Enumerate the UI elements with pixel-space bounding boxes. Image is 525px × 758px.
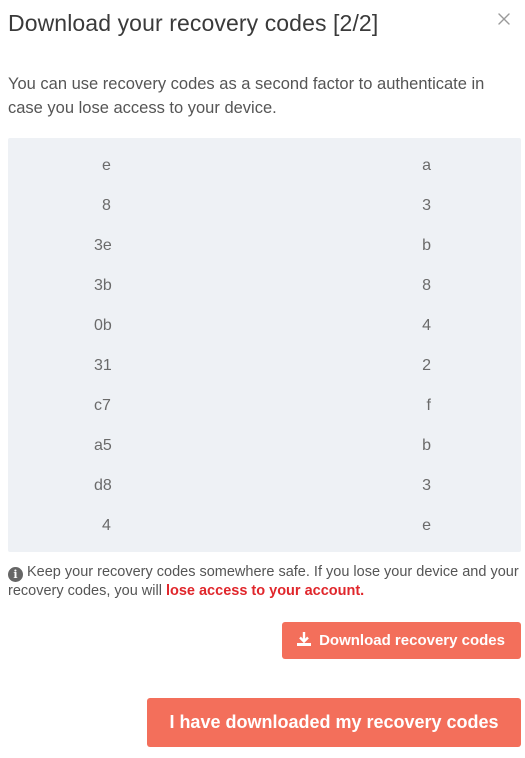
recovery-code-start: a5 [94, 437, 112, 454]
download-button-label: Download recovery codes [319, 632, 505, 649]
recovery-code-row: d8 3 [8, 466, 521, 506]
close-icon [497, 12, 511, 31]
recovery-code-end: f [426, 397, 431, 414]
recovery-code-row: 31 2 [8, 346, 521, 386]
recovery-code-start: 3e [94, 237, 112, 254]
recovery-code-row: a5 b [8, 426, 521, 466]
recovery-code-end: a [422, 157, 431, 174]
recovery-code-start: e [102, 157, 111, 174]
recovery-codes-list: e a 8 3 3e b 3b 8 0b 4 31 2 c7 f a5 b d8 3 4 e [8, 138, 521, 552]
recovery-code-row: 3e b [8, 226, 521, 266]
confirm-downloaded-button[interactable]: I have downloaded my recovery codes [147, 698, 521, 747]
dialog-title: Download your recovery codes [2/2] [8, 10, 379, 36]
recovery-code-end: 4 [422, 317, 431, 334]
recovery-code-start: c7 [94, 397, 111, 414]
info-icon: i [8, 567, 23, 582]
safety-notice: i Keep your recovery codes somewhere safe… [8, 563, 523, 601]
recovery-code-end: 3 [422, 477, 431, 494]
download-icon [296, 631, 312, 651]
recovery-code-row: ea [8, 146, 521, 186]
recovery-code-start: d8 [94, 477, 112, 494]
recovery-code-row: 4e [8, 506, 521, 546]
recovery-code-row: 0b 4 [8, 306, 521, 346]
recovery-code-start: 8 [102, 197, 111, 214]
download-recovery-codes-button[interactable]: Download recovery codes [282, 622, 521, 659]
recovery-code-start: 3b [94, 277, 112, 294]
recovery-code-end: b [422, 237, 431, 254]
recovery-code-row: c7 f [8, 386, 521, 426]
recovery-code-start: 31 [94, 357, 112, 374]
recovery-codes-dialog: Download your recovery codes [2/2] You c… [0, 0, 525, 758]
recovery-code-row: 83 [8, 186, 521, 226]
notice-warning: lose access to your account. [165, 583, 365, 599]
recovery-code-start: 0b [94, 317, 112, 334]
recovery-code-end: 2 [422, 357, 431, 374]
recovery-code-end: e [422, 517, 431, 534]
recovery-code-start: 4 [102, 517, 111, 534]
recovery-code-end: 8 [422, 277, 431, 294]
dialog-description: You can use recovery codes as a second f… [8, 75, 485, 117]
close-button[interactable] [493, 10, 515, 32]
recovery-code-end: b [422, 437, 431, 454]
recovery-code-row: 3b 8 [8, 266, 521, 306]
recovery-code-end: 3 [422, 197, 431, 214]
